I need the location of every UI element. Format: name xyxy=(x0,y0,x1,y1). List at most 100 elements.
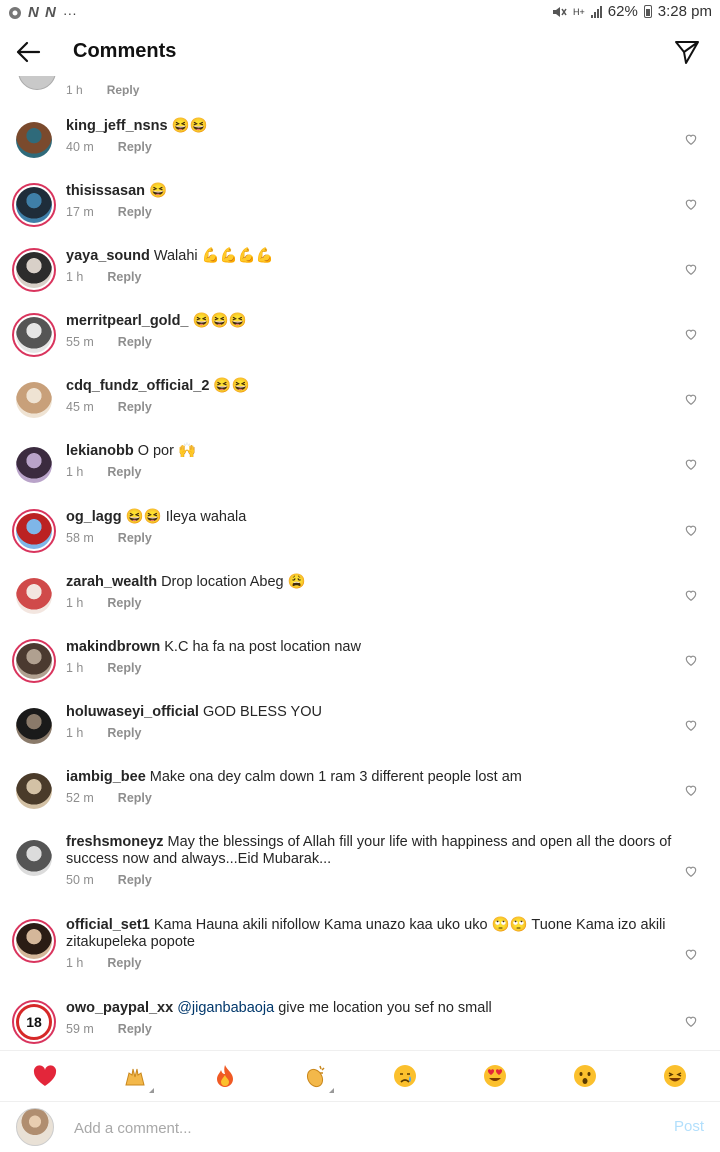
like-heart-icon[interactable] xyxy=(684,653,698,667)
comment-time: 55 m xyxy=(66,335,94,349)
comment-username[interactable]: iambig_bee xyxy=(66,769,146,785)
comment-username[interactable]: og_lagg xyxy=(66,509,122,525)
like-heart-icon[interactable] xyxy=(684,327,698,341)
avatar[interactable] xyxy=(12,836,56,880)
comment-content: makindbrown K.C ha fa na post location na… xyxy=(66,639,676,675)
reply-button[interactable]: Reply xyxy=(118,335,152,349)
reply-button[interactable]: Reply xyxy=(118,531,152,545)
comment-meta: 1 h Reply xyxy=(66,465,676,479)
reply-button[interactable]: Reply xyxy=(118,205,152,219)
like-heart-icon[interactable] xyxy=(684,392,698,406)
comment-time: 45 m xyxy=(66,400,94,414)
like-heart-icon[interactable] xyxy=(684,262,698,276)
heart-eyes-emoji-button[interactable] xyxy=(482,1063,508,1089)
avatar[interactable] xyxy=(12,704,56,748)
reply-button[interactable]: Reply xyxy=(118,873,152,887)
avatar-image xyxy=(16,578,52,614)
network-type: H+ xyxy=(573,6,585,17)
reply-button[interactable]: Reply xyxy=(107,596,141,610)
avatar[interactable] xyxy=(12,248,56,292)
comment-username[interactable]: thisissasan xyxy=(66,183,145,199)
comment-time: 1 h xyxy=(66,465,84,479)
comment-username[interactable]: cdq_fundz_official_2 xyxy=(66,378,209,394)
surprised-face-emoji-button[interactable] xyxy=(572,1063,598,1089)
laughing-face-emoji-button[interactable] xyxy=(662,1063,688,1089)
fire-emoji-button[interactable] xyxy=(212,1063,238,1089)
like-heart-icon[interactable] xyxy=(684,718,698,732)
comment-username[interactable]: merritpearl_gold_ xyxy=(66,313,189,329)
status-right: H+ 62% 3:28 pm xyxy=(551,3,712,20)
reply-button[interactable]: Reply xyxy=(107,83,140,96)
comment-username[interactable]: official_set1 xyxy=(66,917,150,933)
avatar[interactable]: 18 xyxy=(12,1000,56,1044)
comment-meta: 55 m Reply xyxy=(66,335,676,349)
comment-username[interactable]: yaya_sound xyxy=(66,248,150,264)
comments-list[interactable]: king_jeff_nsns 😆😆 40 m Reply thisissasan 😆 17 … xyxy=(0,96,720,1050)
crying-face-emoji-button[interactable] xyxy=(392,1063,418,1089)
reply-button[interactable]: Reply xyxy=(107,956,141,970)
like-heart-icon[interactable] xyxy=(684,523,698,537)
clock: 3:28 pm xyxy=(657,3,712,20)
reply-button[interactable]: Reply xyxy=(118,791,152,805)
comment-text: og_lagg 😆😆 Ileya wahala xyxy=(66,509,676,526)
like-heart-icon[interactable] xyxy=(684,947,698,961)
avatar[interactable] xyxy=(12,378,56,422)
like-heart-icon[interactable] xyxy=(684,864,698,878)
page-title: Comments xyxy=(73,40,177,62)
comment-time: 1 h xyxy=(66,596,84,610)
avatar[interactable] xyxy=(12,443,56,487)
comment-username[interactable]: owo_paypal_xx xyxy=(66,1000,173,1016)
like-heart-icon[interactable] xyxy=(684,197,698,211)
clapping-hands-icon xyxy=(306,1065,325,1088)
raising-hands-emoji-button[interactable] xyxy=(122,1063,154,1093)
avatar[interactable] xyxy=(12,639,56,683)
avatar-image xyxy=(16,513,52,549)
comment-username[interactable]: freshsmoneyz xyxy=(66,834,164,850)
comment-username[interactable]: king_jeff_nsns xyxy=(66,118,168,134)
like-heart-icon[interactable] xyxy=(684,132,698,146)
comment-content: owo_paypal_xx @jiganbabaoja give me locat… xyxy=(66,1000,676,1036)
signal-icon xyxy=(590,5,602,18)
reply-button[interactable]: Reply xyxy=(107,465,141,479)
like-heart-icon[interactable] xyxy=(684,588,698,602)
red-heart-emoji-button[interactable] xyxy=(32,1063,58,1089)
comment-username[interactable]: lekianobb xyxy=(66,443,134,459)
red-heart-icon xyxy=(33,1065,57,1086)
avatar-image xyxy=(16,317,52,353)
comment-time: 58 m xyxy=(66,531,94,545)
more-variants-indicator xyxy=(149,1088,154,1093)
comment-text: freshsmoneyz May the blessings of Allah f… xyxy=(66,834,676,868)
avatar[interactable] xyxy=(12,183,56,227)
avatar-badge: 18 xyxy=(26,1014,42,1030)
direct-share-icon[interactable] xyxy=(674,39,700,65)
avatar[interactable] xyxy=(12,769,56,813)
avatar[interactable] xyxy=(12,509,56,553)
like-heart-icon[interactable] xyxy=(684,1014,698,1028)
reply-button[interactable]: Reply xyxy=(107,270,141,284)
reply-button[interactable]: Reply xyxy=(107,726,141,740)
avatar[interactable] xyxy=(12,313,56,357)
reply-button[interactable]: Reply xyxy=(107,661,141,675)
comment-time: 40 m xyxy=(66,140,94,154)
avatar[interactable] xyxy=(12,118,56,162)
comment-meta: 1 h Reply xyxy=(66,83,139,96)
comment-username[interactable]: zarah_wealth xyxy=(66,574,157,590)
comment-input[interactable] xyxy=(72,1114,636,1142)
avatar-image xyxy=(16,643,52,679)
comment-time: 50 m xyxy=(66,873,94,887)
avatar[interactable] xyxy=(12,919,56,963)
post-button[interactable]: Post xyxy=(674,1118,704,1135)
like-heart-icon[interactable] xyxy=(684,457,698,471)
reply-button[interactable]: Reply xyxy=(118,400,152,414)
more-notifications: ··· xyxy=(62,4,77,21)
comment-mention[interactable]: @jiganbabaoja xyxy=(177,1000,274,1016)
comment-username[interactable]: holuwaseyi_official xyxy=(66,704,199,720)
clapping-hands-emoji-button[interactable] xyxy=(302,1063,334,1093)
reply-button[interactable]: Reply xyxy=(118,1022,152,1036)
back-arrow-icon[interactable] xyxy=(14,38,42,66)
comment-username[interactable]: makindbrown xyxy=(66,639,160,655)
comment-content: freshsmoneyz May the blessings of Allah f… xyxy=(66,834,676,887)
avatar[interactable] xyxy=(12,574,56,618)
reply-button[interactable]: Reply xyxy=(118,140,152,154)
like-heart-icon[interactable] xyxy=(684,783,698,797)
